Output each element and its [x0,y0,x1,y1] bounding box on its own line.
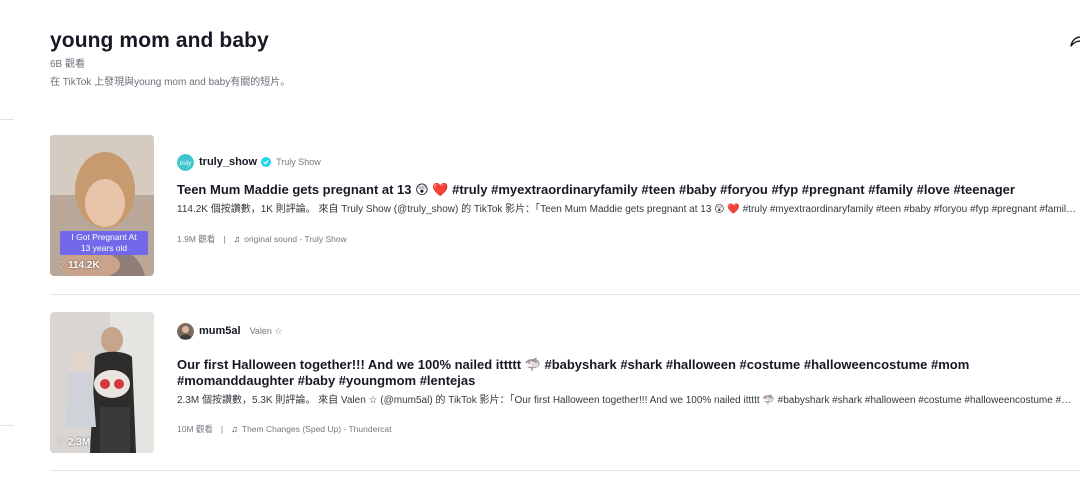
sidebar-divider [0,119,14,120]
video-overlay-text: I Got Pregnant At 13 years old [60,231,148,255]
search-header: young mom and baby 6B 觀看 在 TikTok 上發現與yo… [50,28,1050,90]
music-title[interactable]: original sound - Truly Show [244,234,347,244]
music-note-icon: ♫ [231,424,238,434]
author-nickname: Valen ☆ [249,325,283,336]
result-divider [50,294,1080,295]
heart-icon: ♡ [56,260,65,271]
video-title[interactable]: Teen Mum Maddie gets pregnant at 13 😲 ❤️… [177,182,1080,198]
video-meta: 10M 觀看 | ♫ Them Changes (Sped Up) - Thun… [177,423,1080,435]
music-title[interactable]: Them Changes (Sped Up) - Thundercat [242,424,392,434]
like-count: ♡ 2.3M [56,437,90,448]
total-views: 6B 觀看 [50,59,86,70]
video-description: 114.2K 個按讚數，1K 則評論。 來自 Truly Show (@trul… [177,204,1077,215]
like-count: ♡ 114.2K [56,260,100,271]
video-description: 2.3M 個按讚數，5.3K 則評論。 來自 Valen ☆ (@mum5al)… [177,395,1077,406]
video-views: 10M 觀看 [177,424,213,434]
heart-icon: ♡ [56,437,65,448]
like-count-value: 114.2K [67,260,100,271]
video-info: truly truly_show Truly Show Teen Mum Mad… [177,135,1080,245]
author-row[interactable]: mum5al Valen ☆ [177,322,1080,340]
sidebar-divider [0,425,14,426]
result-divider [50,470,1080,471]
video-thumbnail[interactable]: I Got Pregnant At 13 years old ♡ 114.2K [50,135,154,276]
video-card[interactable]: ♡ 2.3M mum5al Valen ☆ Our first Hallowee… [50,312,1080,453]
overlay-line-2: 13 years old [80,243,128,253]
video-info: mum5al Valen ☆ Our first Halloween toget… [177,312,1080,435]
video-card[interactable]: I Got Pregnant At 13 years old ♡ 114.2K … [50,135,1080,276]
share-icon[interactable] [1068,30,1080,50]
video-meta: 1.9M 觀看 | ♫ original sound - Truly Show [177,233,1080,245]
avatar[interactable]: truly [177,153,194,171]
overlay-line-1: I Got Pregnant At [71,232,137,242]
author-nickname: Truly Show [276,157,321,167]
author-row[interactable]: truly truly_show Truly Show [177,153,1080,171]
page-description: 在 TikTok 上發現與young mom and baby有關的短片。 [50,77,291,88]
like-count-value: 2.3M [67,437,91,448]
page-title: young mom and baby [50,29,269,52]
verified-badge-icon [261,157,272,167]
avatar[interactable] [177,322,194,340]
video-title-line-2[interactable]: #momanddaughter #baby #youngmom #lenteja… [177,373,1080,389]
author-username[interactable]: truly_show [199,156,257,168]
meta-separator: | [223,234,226,244]
video-title-line-1[interactable]: Our first Halloween together!!! And we 1… [177,357,1080,373]
svg-text:truly: truly [180,161,192,167]
thumbnail-image [50,312,154,453]
author-username[interactable]: mum5al [199,325,241,337]
video-thumbnail[interactable]: ♡ 2.3M [50,312,154,453]
video-views: 1.9M 觀看 [177,234,216,244]
meta-separator: | [220,424,224,434]
music-note-icon: ♫ [233,234,241,244]
